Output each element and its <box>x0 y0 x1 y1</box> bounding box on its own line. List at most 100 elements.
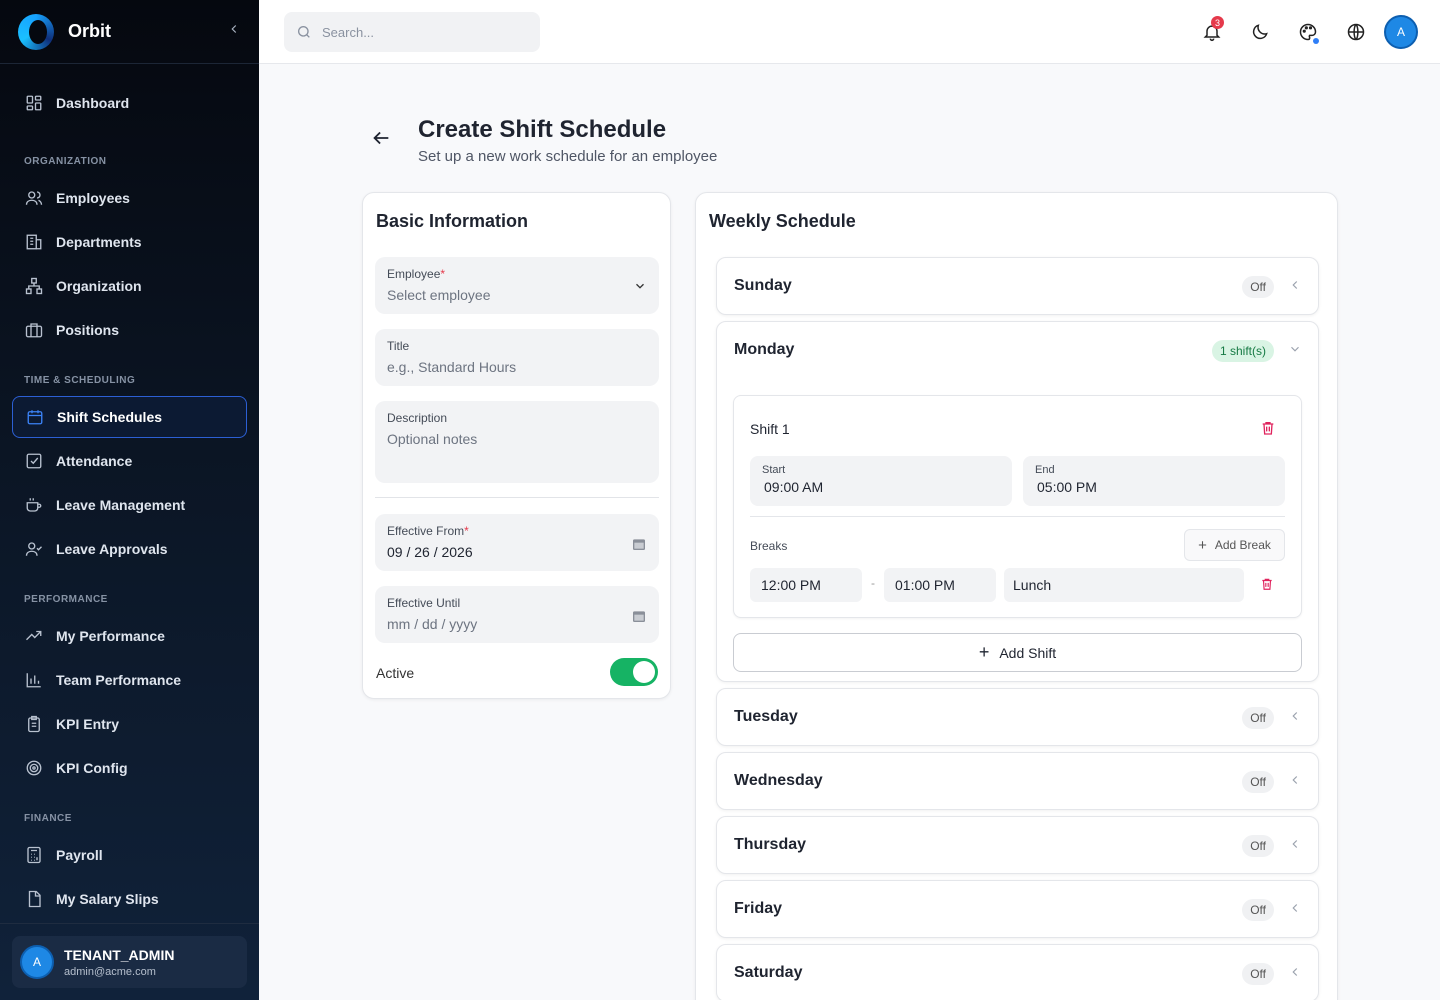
sidebar-item-label: Departments <box>56 234 142 250</box>
sidebar-item-label: My Performance <box>56 628 165 644</box>
sidebar-item-attendance[interactable]: Attendance <box>12 440 247 482</box>
user-role: TENANT_ADMIN <box>64 946 175 963</box>
search-box[interactable] <box>284 12 540 52</box>
title-field[interactable]: Title e.g., Standard Hours <box>375 329 659 386</box>
break-start-input[interactable]: 12:00 PM <box>750 568 862 602</box>
nav-section-title: PERFORMANCE <box>24 594 108 605</box>
day-row-friday[interactable]: Friday Off <box>716 880 1319 938</box>
org-chart-icon <box>24 276 44 296</box>
status-badge: Off <box>1242 771 1274 793</box>
day-row-saturday[interactable]: Saturday Off <box>716 944 1319 1000</box>
day-row-tuesday[interactable]: Tuesday Off <box>716 688 1319 746</box>
field-label: Start <box>762 464 786 476</box>
calendar-icon <box>25 407 45 427</box>
day-row-sunday[interactable]: Sunday Off <box>716 257 1319 315</box>
search-input[interactable] <box>322 24 522 40</box>
sidebar-item-label: Positions <box>56 322 120 338</box>
sidebar-item-my-salary-slips[interactable]: My Salary Slips <box>12 878 247 920</box>
weekly-schedule-card: Weekly Schedule Sunday Off Monday 1 shif… <box>695 192 1338 1000</box>
calendar-icon[interactable] <box>631 608 647 629</box>
day-name: Monday <box>734 341 795 358</box>
description-field[interactable]: Description Optional notes <box>375 401 659 483</box>
trash-icon <box>1262 578 1272 590</box>
sidebar-item-team-performance[interactable]: Team Performance <box>12 659 247 701</box>
basic-information-card: Basic Information Employee* Select emplo… <box>362 192 671 699</box>
calendar-icon[interactable] <box>631 536 647 557</box>
sidebar-item-departments[interactable]: Departments <box>12 221 247 263</box>
divider <box>375 497 659 498</box>
collapse-sidebar-button[interactable] <box>227 22 241 41</box>
active-label: Active <box>376 665 415 681</box>
field-label: End <box>1035 464 1055 476</box>
palette-button[interactable] <box>1290 14 1326 50</box>
chevron-left-icon <box>1288 278 1302 297</box>
day-row-wednesday[interactable]: Wednesday Off <box>716 752 1319 810</box>
effective-from-field[interactable]: Effective From* 09 / 26 / 2026 <box>375 514 659 571</box>
theme-toggle-button[interactable] <box>1242 14 1278 50</box>
effective-from-value: 09 / 26 / 2026 <box>387 544 473 560</box>
sidebar-item-payroll[interactable]: Payroll <box>12 834 247 876</box>
card-title: Basic Information <box>376 211 529 231</box>
sidebar-item-positions[interactable]: Positions <box>12 309 247 351</box>
day-name: Tuesday <box>734 708 798 725</box>
add-shift-button[interactable]: + Add Shift <box>733 633 1302 672</box>
title-placeholder: e.g., Standard Hours <box>387 359 517 375</box>
sidebar-item-organization[interactable]: Organization <box>12 265 247 307</box>
sidebar-item-label: My Salary Slips <box>56 891 159 907</box>
delete-shift-button[interactable] <box>1260 420 1276 441</box>
field-label: Title <box>387 339 410 353</box>
sidebar-item-leave-approvals[interactable]: Leave Approvals <box>12 528 247 570</box>
user-profile-card[interactable]: A TENANT_ADMIN admin@acme.com <box>12 936 247 988</box>
checkbox-icon <box>24 451 44 471</box>
employee-select[interactable]: Employee* Select employee <box>375 257 659 314</box>
avatar: A <box>20 945 54 979</box>
notifications-button[interactable]: 3 <box>1194 14 1230 50</box>
sidebar-item-leave-management[interactable]: Leave Management <box>12 484 247 526</box>
sidebar-item-kpi-entry[interactable]: KPI Entry <box>12 703 247 745</box>
sidebar-item-label: Leave Approvals <box>56 541 168 557</box>
chevron-left-icon <box>1288 965 1302 984</box>
sidebar-nav: Dashboard ORGANIZATION Employees Departm… <box>0 64 259 930</box>
add-break-button[interactable]: + Add Break <box>1184 529 1285 561</box>
bar-chart-icon <box>24 670 44 690</box>
nav-section-title: FINANCE <box>24 813 72 824</box>
sidebar-item-dashboard[interactable]: Dashboard <box>12 82 247 124</box>
chevron-left-icon <box>1288 773 1302 792</box>
sidebar-item-label: Leave Management <box>56 497 186 513</box>
dashboard-grid-icon <box>24 93 44 113</box>
sidebar-item-my-performance[interactable]: My Performance <box>12 615 247 657</box>
status-badge: Off <box>1242 963 1274 985</box>
field-label: Effective Until <box>387 596 461 610</box>
language-button[interactable] <box>1338 14 1374 50</box>
target-icon <box>24 758 44 778</box>
calculator-icon <box>24 845 44 865</box>
break-name-input[interactable]: Lunch <box>1004 568 1244 602</box>
breaks-label: Breaks <box>750 539 788 553</box>
sidebar-item-employees[interactable]: Employees <box>12 177 247 219</box>
effective-until-field[interactable]: Effective Until mm / dd / yyyy <box>375 586 659 643</box>
day-row-thursday[interactable]: Thursday Off <box>716 816 1319 874</box>
status-badge: 1 shift(s) <box>1211 340 1274 362</box>
shift-title: Shift 1 <box>750 421 790 437</box>
sidebar-item-label: Shift Schedules <box>57 409 163 425</box>
shift-end-field[interactable]: End 05:00 PM <box>1023 456 1285 506</box>
shift-start-field[interactable]: Start 09:00 AM <box>750 456 1012 506</box>
orbit-logo-icon <box>18 13 54 50</box>
break-end-input[interactable]: 01:00 PM <box>884 568 996 602</box>
active-toggle[interactable] <box>610 658 658 686</box>
card-title: Weekly Schedule <box>709 211 856 231</box>
search-icon <box>296 24 312 40</box>
sidebar-item-shift-schedules[interactable]: Shift Schedules <box>12 396 247 438</box>
avatar[interactable]: A <box>1384 15 1418 49</box>
day-name: Saturday <box>734 964 803 981</box>
status-badge: Off <box>1242 707 1274 729</box>
app-name: Orbit <box>68 21 111 41</box>
sidebar-item-kpi-config[interactable]: KPI Config <box>12 747 247 789</box>
clipboard-icon <box>24 714 44 734</box>
day-row-monday[interactable]: Monday 1 shift(s) Shift 1 Start 09:00 AM… <box>716 321 1319 682</box>
plus-icon: + <box>1198 536 1207 554</box>
effective-until-placeholder: mm / dd / yyyy <box>387 616 478 632</box>
back-button[interactable] <box>370 127 392 154</box>
delete-break-button[interactable] <box>1260 577 1274 596</box>
chevron-left-icon <box>1288 709 1302 728</box>
